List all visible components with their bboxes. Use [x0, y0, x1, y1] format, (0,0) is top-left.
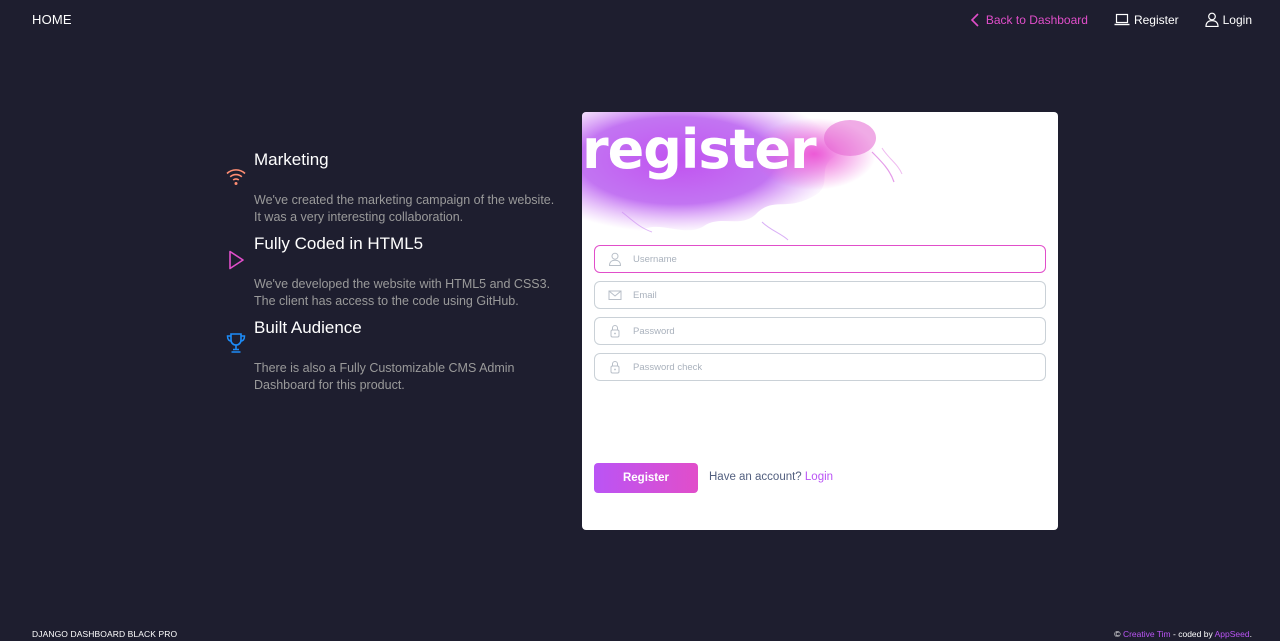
login-nav-label: Login	[1222, 12, 1252, 27]
creative-tim-link[interactable]: Creative Tim	[1123, 629, 1171, 639]
user-icon	[1205, 12, 1219, 27]
password-check-field	[594, 353, 1046, 381]
login-nav-link[interactable]: Login	[1205, 12, 1252, 27]
back-to-dashboard-link[interactable]: Back to Dashboard	[970, 13, 1088, 27]
chevron-left-icon	[970, 12, 979, 27]
password-field	[594, 317, 1046, 345]
lock-icon	[610, 361, 620, 374]
info-title: Fully Coded in HTML5	[254, 234, 424, 253]
footer-credits: © Creative Tim - coded by AppSeed.	[1114, 629, 1252, 639]
wifi-icon	[226, 169, 246, 185]
email-field	[594, 281, 1046, 309]
card-title: register	[582, 118, 817, 181]
footer-brand: DJANGO DASHBOARD BLACK PRO	[32, 629, 178, 639]
password-input[interactable]	[633, 318, 1033, 344]
username-field	[594, 245, 1046, 273]
have-account-label: Have an account?	[709, 471, 802, 483]
password-check-input[interactable]	[633, 354, 1033, 380]
register-card: register Register Have an account? Login	[582, 112, 1058, 530]
email-input[interactable]	[633, 282, 1033, 308]
login-link[interactable]: Login	[805, 471, 833, 483]
register-nav-label: Register	[1133, 12, 1179, 27]
info-title: Built Audience	[254, 318, 362, 337]
home-link[interactable]: HOME	[32, 12, 72, 27]
nav-links: Back to Dashboard Register Login	[970, 12, 1252, 27]
coded-by-text: - coded by	[1173, 629, 1213, 639]
user-icon	[608, 252, 622, 266]
have-account-text: Have an account? Login	[709, 471, 833, 483]
play-icon	[229, 250, 244, 270]
info-description: There is also a Fully Customizable CMS A…	[254, 361, 515, 392]
top-navbar: HOME Back to Dashboard Register Login	[0, 0, 1280, 40]
register-nav-link[interactable]: Register	[1114, 13, 1179, 27]
info-description: We've developed the website with HTML5 a…	[254, 277, 551, 308]
copyright-symbol: ©	[1114, 629, 1121, 639]
laptop-icon	[1114, 13, 1130, 26]
trophy-icon	[226, 333, 246, 353]
footer-period: .	[1249, 629, 1252, 639]
register-submit-button[interactable]: Register	[594, 463, 698, 493]
username-input[interactable]	[633, 246, 1033, 272]
lock-icon	[610, 325, 620, 338]
back-to-dashboard-label: Back to Dashboard	[985, 12, 1088, 27]
info-title: Marketing	[254, 150, 329, 169]
envelope-icon	[608, 290, 622, 300]
appseed-link[interactable]: AppSeed	[1215, 629, 1250, 639]
info-description: We've created the marketing campaign of …	[254, 193, 555, 224]
